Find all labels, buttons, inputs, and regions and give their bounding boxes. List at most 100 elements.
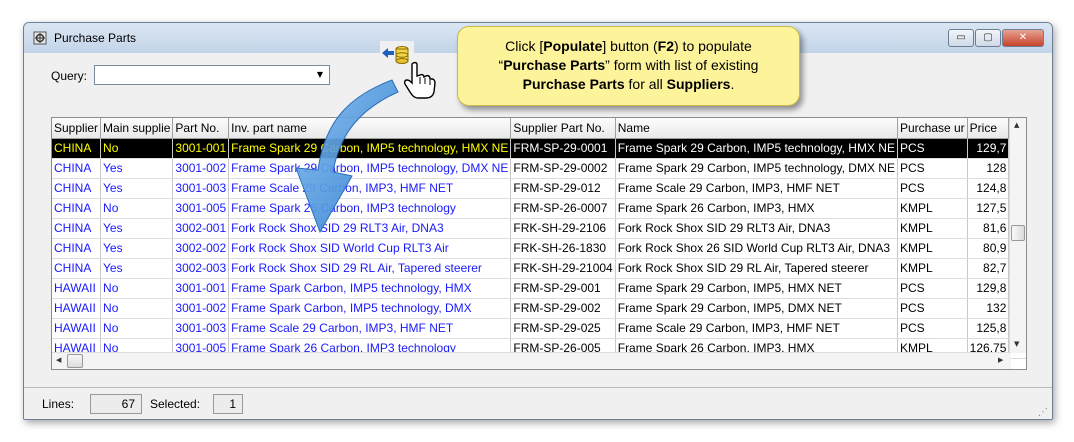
table-cell: FRK-SH-26-1830: [510, 238, 616, 259]
table-cell: Fork Rock Shox SID 29 RL Air, Tapered st…: [228, 258, 512, 279]
column-header[interactable]: Main supplie: [100, 118, 174, 139]
scroll-left-icon[interactable]: ◀: [56, 356, 61, 364]
table-cell: Yes: [100, 158, 174, 179]
resize-grip-icon[interactable]: ⋰: [1038, 407, 1050, 419]
column-header[interactable]: Part No.: [172, 118, 230, 139]
status-bar: Lines: 67 Selected: 1 ⋰: [24, 387, 1052, 419]
table-cell: No: [100, 318, 174, 339]
table-cell: Frame Spark 26 Carbon, IMP3 technology: [228, 198, 512, 219]
table-cell: 3001-005: [172, 198, 230, 219]
table-cell: 3001-003: [172, 318, 230, 339]
table-cell: CHINA: [52, 158, 102, 179]
table-cell: FRM-SP-29-0001: [510, 138, 616, 159]
table-cell: Frame Spark 29 Carbon, IMP5 technology, …: [615, 138, 898, 159]
table-cell: PCS: [897, 158, 968, 179]
table-cell: CHINA: [52, 178, 102, 199]
table-cell: 3001-002: [172, 158, 230, 179]
table-cell: 125,8: [967, 318, 1010, 339]
table-cell: 82,7: [967, 258, 1010, 279]
table-cell: PCS: [897, 318, 968, 339]
table-row[interactable]: CHINA Yes 3001-002 Frame Spark 29 Carbon, I…: [52, 158, 1026, 179]
table-cell: Frame Spark 29 Carbon, IMP5 technology, …: [228, 158, 512, 179]
table-row[interactable]: HAWAII No 3001-002 Frame Spark Carbon, IMP5…: [52, 298, 1026, 319]
window-controls: ▭ ▢ ✕: [947, 29, 1044, 47]
table-cell: 127,5: [967, 198, 1010, 219]
table-cell: Frame Spark 29 Carbon, IMP5, DMX NET: [615, 298, 898, 319]
vertical-scrollbar[interactable]: ▲ ▼: [1009, 118, 1026, 353]
table-cell: Frame Spark Carbon, IMP5 technology, DMX: [228, 298, 512, 319]
scroll-up-icon[interactable]: ▲: [1014, 121, 1019, 129]
table-cell: KMPL: [897, 258, 968, 279]
query-select[interactable]: ▼: [94, 65, 330, 85]
table-cell: No: [100, 138, 174, 159]
column-header[interactable]: Name: [615, 118, 898, 139]
lines-count: 67: [90, 394, 142, 414]
table-cell: 129,8: [967, 278, 1010, 299]
scroll-down-icon[interactable]: ▼: [1014, 340, 1019, 348]
table-cell: Frame Scale 29 Carbon, IMP3, HMF NET: [615, 178, 898, 199]
callout-line-3: Purchase Parts for all Suppliers.: [522, 76, 735, 92]
horizontal-scrollbar[interactable]: ◀ ▶: [52, 352, 1011, 369]
table-row[interactable]: CHINA Yes 3002-002 Fork Rock Shox SID World…: [52, 238, 1026, 259]
minimize-button[interactable]: ▭: [948, 29, 974, 47]
populate-database-icon: [382, 46, 409, 64]
close-button[interactable]: ✕: [1002, 29, 1044, 47]
table-cell: 3002-002: [172, 238, 230, 259]
column-header[interactable]: Supplier: [52, 118, 102, 139]
table-cell: HAWAII: [52, 278, 102, 299]
table-row[interactable]: CHINA Yes 3002-003 Fork Rock Shox SID 29 RL…: [52, 258, 1026, 279]
table-cell: CHINA: [52, 218, 102, 239]
table-cell: 132: [967, 298, 1010, 319]
table-cell: 3001-001: [172, 138, 230, 159]
table-cell: Frame Scale 29 Carbon, IMP3, HMF NET: [228, 318, 512, 339]
table-cell: 81,6: [967, 218, 1010, 239]
scroll-right-icon[interactable]: ▶: [998, 356, 1003, 364]
table-cell: FRM-SP-29-025: [510, 318, 616, 339]
table-cell: PCS: [897, 178, 968, 199]
table-cell: No: [100, 198, 174, 219]
table-cell: KMPL: [897, 218, 968, 239]
query-label: Query:: [51, 69, 88, 83]
column-header[interactable]: Supplier Part No.: [510, 118, 616, 139]
table-cell: Frame Spark Carbon, IMP5 technology, HMX: [228, 278, 512, 299]
table-cell: PCS: [897, 138, 968, 159]
table-cell: 128: [967, 158, 1010, 179]
window-title: Purchase Parts: [54, 31, 137, 45]
table-cell: FRM-SP-29-002: [510, 298, 616, 319]
table-cell: 124,8: [967, 178, 1010, 199]
table-cell: Frame Spark 29 Carbon, IMP5, HMX NET: [615, 278, 898, 299]
column-header[interactable]: Inv. part name: [228, 118, 512, 139]
table-cell: 129,7: [967, 138, 1010, 159]
column-header[interactable]: Purchase ur: [897, 118, 968, 139]
table-cell: CHINA: [52, 198, 102, 219]
vertical-scroll-thumb[interactable]: [1011, 225, 1025, 241]
callout-line-2: “Purchase Parts” form with list of exist…: [498, 57, 759, 73]
horizontal-scroll-thumb[interactable]: [67, 354, 83, 368]
selected-count: 1: [213, 394, 243, 414]
table-cell: CHINA: [52, 258, 102, 279]
table-cell: PCS: [897, 298, 968, 319]
table-cell: Frame Spark 29 Carbon, IMP5 technology, …: [615, 158, 898, 179]
table-row[interactable]: CHINA No 3001-001 Frame Spark 29 Carbon, IM…: [52, 138, 1026, 159]
table-row[interactable]: CHINA Yes 3002-001 Fork Rock Shox SID 29 RL…: [52, 218, 1026, 239]
table-cell: Frame Spark 29 Carbon, IMP5 technology, …: [228, 138, 512, 159]
purchase-parts-grid[interactable]: Supplier Main supplie Part No. Inv. part na…: [51, 117, 1027, 370]
table-cell: No: [100, 298, 174, 319]
table-cell: FRM-SP-29-012: [510, 178, 616, 199]
table-cell: Fork Rock Shox SID World Cup RLT3 Air: [228, 238, 512, 259]
populate-button[interactable]: [380, 41, 414, 71]
table-cell: Yes: [100, 218, 174, 239]
table-row[interactable]: CHINA No 3001-005 Frame Spark 26 Carbon, IM…: [52, 198, 1026, 219]
column-header[interactable]: Price: [967, 118, 1010, 139]
selected-label: Selected:: [150, 397, 201, 411]
table-cell: Fork Rock Shox SID 29 RL Air, Tapered st…: [615, 258, 898, 279]
table-row[interactable]: HAWAII No 3001-003 Frame Scale 29 Carbon, I…: [52, 318, 1026, 339]
table-cell: Yes: [100, 238, 174, 259]
table-cell: Fork Rock Shox SID 29 RLT3 Air, DNA3: [615, 218, 898, 239]
maximize-button[interactable]: ▢: [975, 29, 1001, 47]
table-row[interactable]: CHINA Yes 3001-003 Frame Scale 29 Carbon, I…: [52, 178, 1026, 199]
table-row[interactable]: HAWAII No 3001-001 Frame Spark Carbon, IMP5…: [52, 278, 1026, 299]
chevron-down-icon[interactable]: ▼: [312, 67, 328, 83]
table-cell: FRM-SP-29-001: [510, 278, 616, 299]
table-cell: HAWAII: [52, 318, 102, 339]
